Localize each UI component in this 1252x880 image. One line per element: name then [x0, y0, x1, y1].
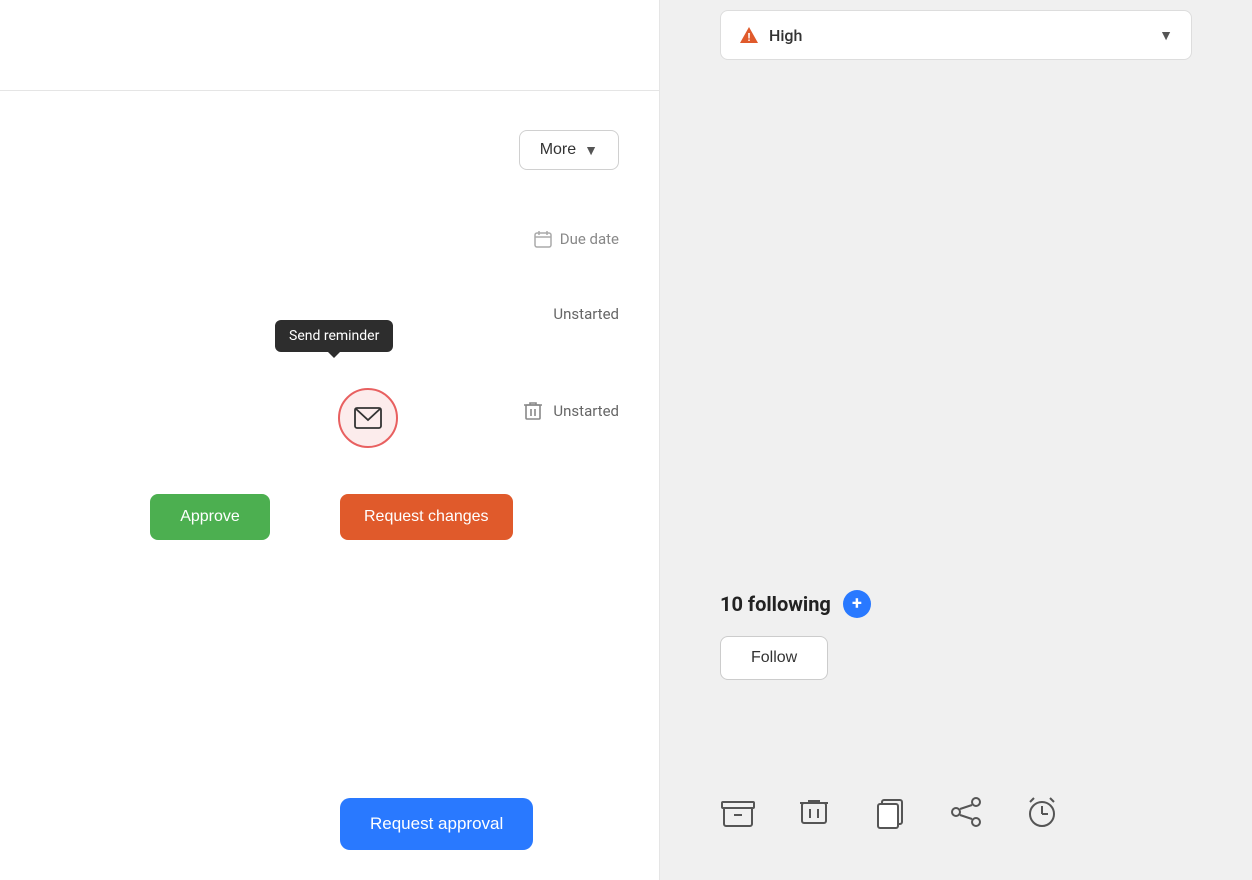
bottom-icons	[660, 794, 1252, 830]
more-button-area: More ▼	[519, 130, 619, 170]
email-icon	[354, 407, 382, 429]
priority-dropdown[interactable]: ! High ▼	[720, 10, 1192, 60]
unstarted-row-2: Unstarted	[523, 400, 619, 422]
unstarted-label-2: Unstarted	[553, 402, 619, 420]
tooltip-container: Send reminder	[275, 320, 393, 360]
trash-icon-row2[interactable]	[523, 400, 543, 422]
following-section: 10 following + Follow	[660, 590, 1252, 680]
unstarted-row-1: Unstarted	[553, 305, 619, 323]
send-reminder-tooltip: Send reminder	[275, 320, 393, 352]
request-approval-button[interactable]: Request approval	[340, 798, 533, 850]
alarm-icon[interactable]	[1024, 794, 1060, 830]
more-button-label: More	[540, 141, 576, 159]
due-date-area[interactable]: Due date	[534, 230, 619, 248]
priority-chevron-icon: ▼	[1159, 27, 1173, 44]
add-follower-button[interactable]: +	[843, 590, 871, 618]
chevron-down-icon: ▼	[584, 142, 598, 158]
unstarted-label-1: Unstarted	[553, 305, 619, 323]
svg-text:!: !	[748, 31, 751, 44]
warning-triangle-icon: !	[739, 25, 759, 45]
share-icon[interactable]	[948, 794, 984, 830]
following-header: 10 following +	[720, 590, 1192, 618]
left-panel: More ▼ Due date Unstarted Send reminder	[0, 0, 660, 880]
approve-button[interactable]: Approve	[150, 494, 270, 540]
right-panel: ! High ▼ 10 following + Follow	[660, 0, 1252, 880]
archive-icon[interactable]	[720, 794, 756, 830]
request-changes-button[interactable]: Request changes	[340, 494, 513, 540]
follow-button[interactable]: Follow	[720, 636, 828, 680]
divider	[0, 90, 659, 91]
calendar-icon	[534, 230, 552, 248]
more-button[interactable]: More ▼	[519, 130, 619, 170]
copy-icon[interactable]	[872, 794, 908, 830]
following-count: 10 following	[720, 592, 831, 616]
trash-icon[interactable]	[796, 794, 832, 830]
send-reminder-button[interactable]	[338, 388, 398, 448]
priority-label: High	[769, 26, 802, 45]
due-date-label: Due date	[560, 230, 619, 248]
